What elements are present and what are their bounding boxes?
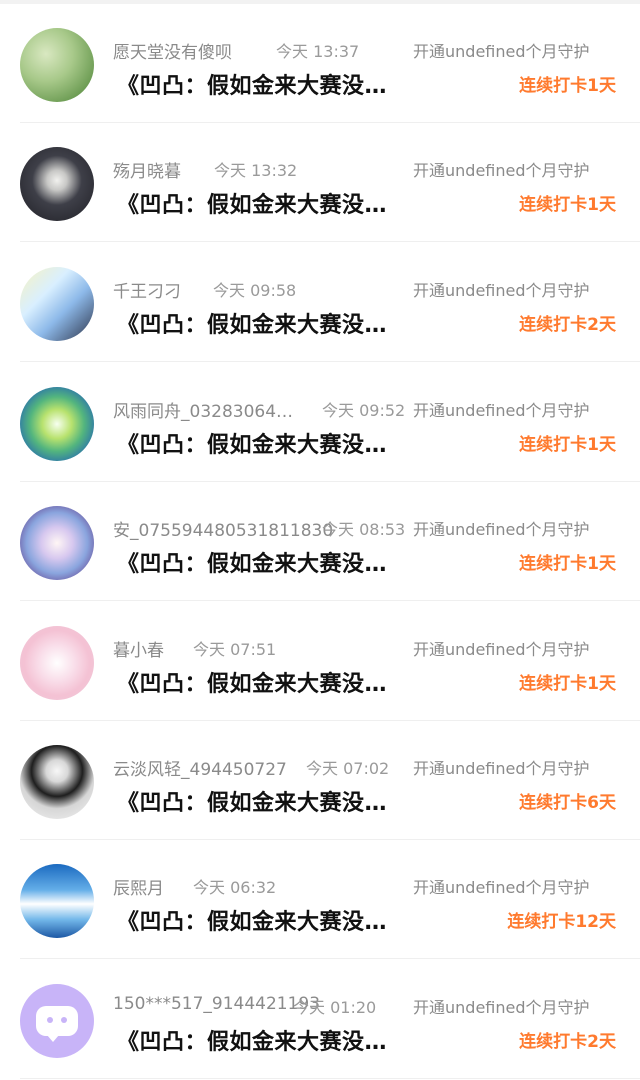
open-guard-text: 开通undefined个月守护 <box>413 640 590 659</box>
open-guard-text: 开通undefined个月守护 <box>413 401 590 420</box>
list-item[interactable]: 云淡风轻_494450727 今天 07:02 开通undefined个月守护 … <box>0 721 640 840</box>
user-name[interactable]: 愿天堂没有傻呗 <box>113 38 232 63</box>
supporter-list: 愿天堂没有傻呗 今天 13:37 开通undefined个月守护 《凹凸：假如金… <box>0 0 640 1080</box>
open-guard-text: 开通undefined个月守护 <box>413 878 590 897</box>
user-name[interactable]: 150***517_9144421193 <box>113 994 320 1014</box>
checkin-streak: 连续打卡12天 <box>507 912 616 932</box>
user-name[interactable]: 辰熙月 <box>113 874 164 899</box>
user-name[interactable]: 云淡风轻_494450727 <box>113 755 287 780</box>
list-item[interactable]: 殇月晓暮 今天 13:32 开通undefined个月守护 《凹凸：假如金来大赛… <box>0 123 640 242</box>
avatar[interactable] <box>20 626 94 700</box>
post-title[interactable]: 《凹凸：假如金来大赛没… <box>117 546 387 578</box>
post-title[interactable]: 《凹凸：假如金来大赛没… <box>117 68 387 100</box>
post-time: 今天 09:58 <box>213 281 297 300</box>
post-title[interactable]: 《凹凸：假如金来大赛没… <box>117 666 387 698</box>
open-guard-text: 开通undefined个月守护 <box>413 281 590 300</box>
list-item[interactable]: 愿天堂没有傻呗 今天 13:37 开通undefined个月守护 《凹凸：假如金… <box>0 4 640 123</box>
open-guard-text: 开通undefined个月守护 <box>413 998 590 1017</box>
avatar[interactable] <box>20 147 94 221</box>
user-name[interactable]: 暮小春 <box>113 636 164 661</box>
avatar[interactable] <box>20 267 94 341</box>
checkin-streak: 连续打卡6天 <box>519 793 616 813</box>
open-guard-text: 开通undefined个月守护 <box>413 161 590 180</box>
checkin-streak: 连续打卡1天 <box>519 674 616 694</box>
avatar[interactable] <box>20 864 94 938</box>
user-name[interactable]: 风雨同舟_03283064… <box>113 397 293 422</box>
post-title[interactable]: 《凹凸：假如金来大赛没… <box>117 785 387 817</box>
chat-bubble-tail <box>47 1035 59 1042</box>
post-time: 今天 01:20 <box>293 998 377 1017</box>
list-item[interactable]: 千王刁刁 今天 09:58 开通undefined个月守护 《凹凸：假如金来大赛… <box>0 243 640 362</box>
user-name[interactable]: 千王刁刁 <box>113 277 181 302</box>
avatar[interactable] <box>20 387 94 461</box>
post-time: 今天 13:32 <box>214 161 298 180</box>
checkin-streak: 连续打卡1天 <box>519 554 616 574</box>
open-guard-text: 开通undefined个月守护 <box>413 520 590 539</box>
list-item[interactable]: 150***517_9144421193 今天 01:20 开通undefine… <box>0 960 640 1079</box>
list-item[interactable]: 暮小春 今天 07:51 开通undefined个月守护 《凹凸：假如金来大赛没… <box>0 602 640 721</box>
post-time: 今天 08:53 <box>322 520 406 539</box>
list-item[interactable]: 辰熙月 今天 06:32 开通undefined个月守护 《凹凸：假如金来大赛没… <box>0 840 640 959</box>
post-title[interactable]: 《凹凸：假如金来大赛没… <box>117 427 387 459</box>
user-name[interactable]: 安_07559448053181183​0 <box>113 516 333 541</box>
post-time: 今天 07:51 <box>193 640 277 659</box>
post-title[interactable]: 《凹凸：假如金来大赛没… <box>117 1024 387 1056</box>
post-time: 今天 13:37 <box>276 42 360 61</box>
post-time: 今天 07:02 <box>306 759 390 778</box>
avatar[interactable] <box>20 984 94 1058</box>
checkin-streak: 连续打卡1天 <box>519 195 616 215</box>
post-time: 今天 06:32 <box>193 878 277 897</box>
post-title[interactable]: 《凹凸：假如金来大赛没… <box>117 904 387 936</box>
list-item[interactable]: 风雨同舟_03283064… 今天 09:52 开通undefined个月守护 … <box>0 363 640 482</box>
open-guard-text: 开通undefined个月守护 <box>413 759 590 778</box>
user-name[interactable]: 殇月晓暮 <box>113 157 181 182</box>
checkin-streak: 连续打卡2天 <box>519 315 616 335</box>
checkin-streak: 连续打卡1天 <box>519 76 616 96</box>
checkin-streak: 连续打卡2天 <box>519 1032 616 1052</box>
post-time: 今天 09:52 <box>322 401 406 420</box>
list-item[interactable]: 安_07559448053181183​0 今天 08:53 开通undefin… <box>0 482 640 601</box>
post-title[interactable]: 《凹凸：假如金来大赛没… <box>117 187 387 219</box>
avatar[interactable] <box>20 28 94 102</box>
avatar[interactable] <box>20 506 94 580</box>
chat-bubble-icon <box>36 1006 78 1042</box>
avatar[interactable] <box>20 745 94 819</box>
open-guard-text: 开通undefined个月守护 <box>413 42 590 61</box>
post-title[interactable]: 《凹凸：假如金来大赛没… <box>117 307 387 339</box>
checkin-streak: 连续打卡1天 <box>519 435 616 455</box>
